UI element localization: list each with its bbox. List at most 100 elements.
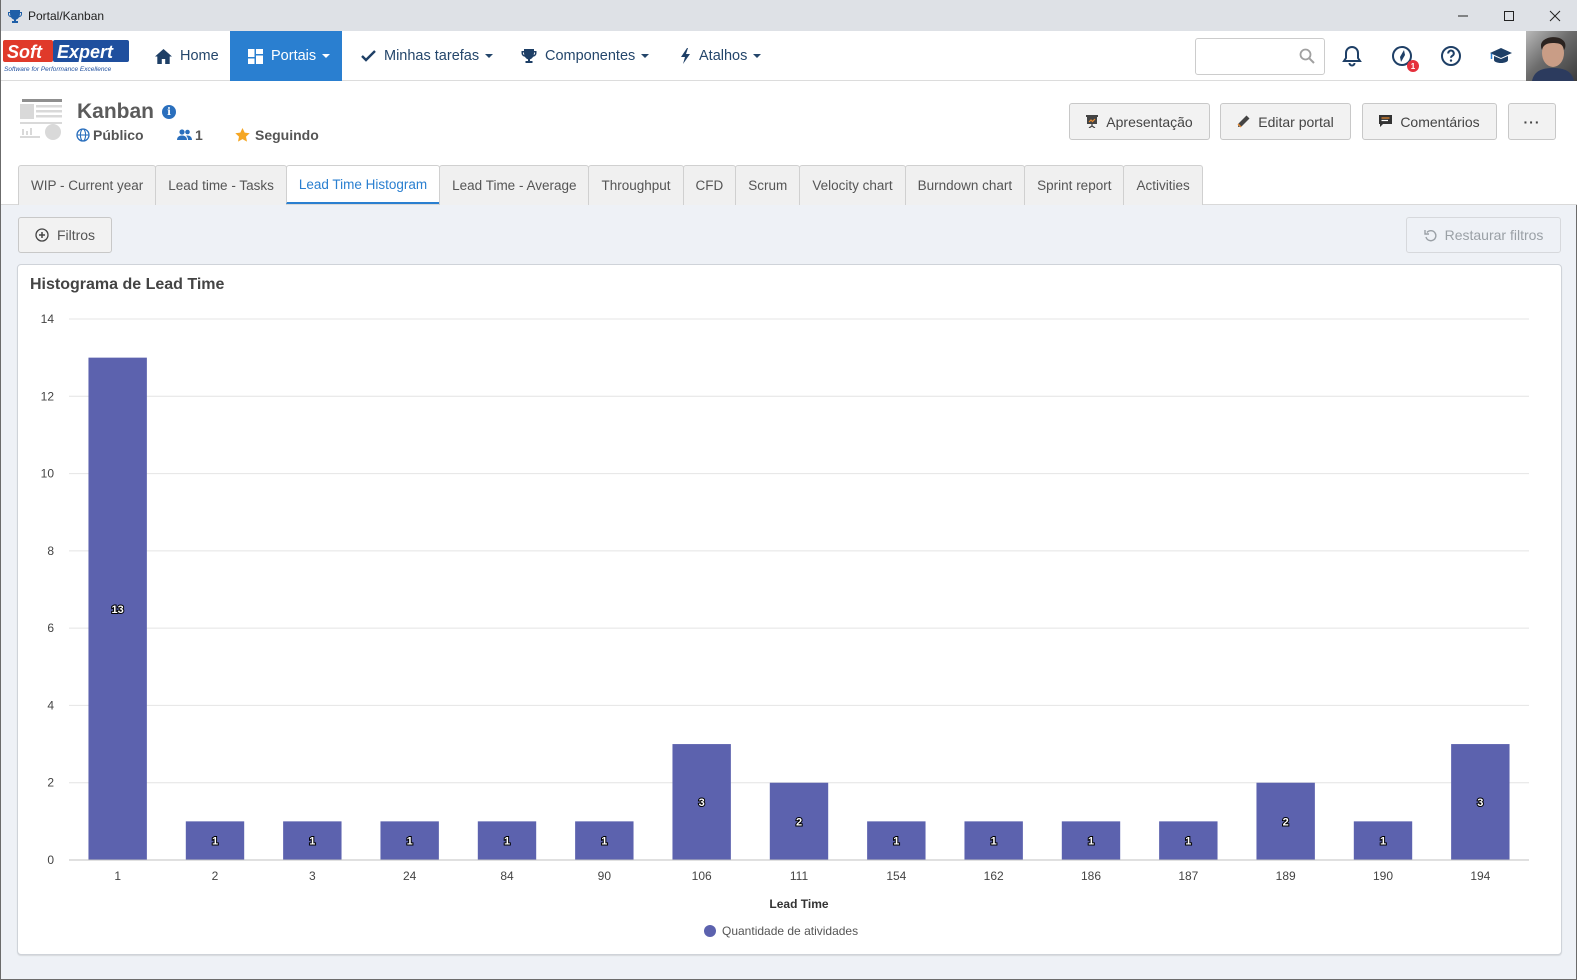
nav-minhas-tarefas[interactable]: Minhas tarefas xyxy=(361,31,494,81)
tab-label: Activities xyxy=(1136,178,1190,193)
data-label: 1 xyxy=(991,836,997,848)
lead-time-histogram-chart: 02468101214 1 2 3 24 84 90 106 111 154 162 186 187 1… xyxy=(41,312,1529,938)
tab-lead-time-histogram[interactable]: Lead Time Histogram xyxy=(285,165,441,204)
data-label: 1 xyxy=(212,836,218,848)
tab-scrum[interactable]: Scrum xyxy=(735,165,801,205)
tab-label: Burndown chart xyxy=(917,178,1013,193)
x-axis-title: Lead Time xyxy=(769,897,828,911)
users-icon xyxy=(177,129,192,140)
svg-text:Soft: Soft xyxy=(7,42,43,62)
tab-burndown-chart[interactable]: Burndown chart xyxy=(904,165,1026,205)
x-tick-label: 3 xyxy=(309,869,316,883)
x-tick-label: 84 xyxy=(500,869,514,883)
x-tick-label: 90 xyxy=(598,869,612,883)
help-icon xyxy=(1441,46,1461,66)
data-label: 1 xyxy=(1380,836,1386,848)
following-label: Seguindo xyxy=(255,127,319,143)
presentation-button[interactable]: Apresentação xyxy=(1069,103,1210,140)
search-input[interactable] xyxy=(1202,39,1302,74)
nav-atalhos-label: Atalhos xyxy=(699,48,748,64)
info-icon[interactable]: i xyxy=(162,105,177,119)
data-label: 1 xyxy=(309,836,315,848)
chevron-down-icon xyxy=(753,54,762,58)
close-button[interactable] xyxy=(1532,0,1577,31)
workflow-button[interactable]: 1 xyxy=(1389,43,1419,72)
search-field[interactable] xyxy=(1195,38,1325,75)
x-tick-label: 111 xyxy=(790,869,809,883)
maximize-icon xyxy=(1504,10,1514,21)
data-label: 1 xyxy=(601,836,607,848)
home-icon xyxy=(155,48,172,64)
maximize-button[interactable] xyxy=(1486,0,1532,31)
follow-toggle[interactable]: Seguindo xyxy=(235,127,319,143)
data-label: 1 xyxy=(893,836,899,848)
x-tick-label: 189 xyxy=(1276,869,1296,883)
more-options-button[interactable]: ··· xyxy=(1508,103,1556,140)
chevron-down-icon xyxy=(641,54,650,58)
star-icon xyxy=(235,128,250,142)
nav-home[interactable]: Home xyxy=(155,31,219,81)
tab-sprint-report[interactable]: Sprint report xyxy=(1024,165,1125,205)
y-tick-label: 10 xyxy=(41,467,55,481)
nav-componentes-label: Componentes xyxy=(545,48,636,64)
page-title: Kanban i xyxy=(77,100,177,124)
tab-label: Sprint report xyxy=(1037,178,1112,193)
edit-portal-button[interactable]: Editar portal xyxy=(1220,103,1351,140)
minimize-icon xyxy=(1458,15,1468,16)
learning-button[interactable] xyxy=(1488,43,1514,69)
y-tick-label: 4 xyxy=(47,698,54,712)
chevron-down-icon xyxy=(485,54,494,58)
legend-label: Quantidade de atividades xyxy=(722,924,858,938)
tab-cfd[interactable]: CFD xyxy=(682,165,737,205)
tab-wip-current-year[interactable]: WIP - Current year xyxy=(18,165,157,205)
user-avatar[interactable] xyxy=(1526,31,1577,81)
tab-lead-time-average[interactable]: Lead Time - Average xyxy=(439,165,590,205)
tab-lead-time-tasks[interactable]: Lead time - Tasks xyxy=(155,165,287,205)
filters-button[interactable]: Filtros xyxy=(18,217,112,253)
members-count[interactable]: 1 xyxy=(177,127,203,143)
portal-tabs: WIP - Current year Lead time - Tasks Lea… xyxy=(18,165,1203,205)
nav-portais[interactable]: Portais xyxy=(230,31,342,81)
tab-label: Scrum xyxy=(748,178,788,193)
dashboard-icon xyxy=(248,48,263,64)
portal-thumbnail-icon xyxy=(20,99,62,140)
x-tick-label: 162 xyxy=(984,869,1004,883)
data-label: 1 xyxy=(1185,836,1191,848)
softexpert-logo[interactable]: Soft Expert Software for Performance Exc… xyxy=(3,38,131,74)
svg-text:Software for Performance Excel: Software for Performance Excellence xyxy=(4,66,112,73)
minimize-button[interactable] xyxy=(1440,0,1486,31)
chart-card: 0 2 4 6 8 10 12 14 1 2 3 24 84 90 106 111 154 162 186 187 1… xyxy=(17,264,1562,955)
nav-componentes[interactable]: Componentes xyxy=(521,31,650,81)
comments-button[interactable]: Comentários xyxy=(1362,103,1497,140)
legend[interactable]: Quantidade de atividades xyxy=(704,924,858,938)
presentation-button-label: Apresentação xyxy=(1106,113,1193,130)
top-navigation: Soft Expert Software for Performance Exc… xyxy=(1,31,1577,81)
tab-velocity-chart[interactable]: Velocity chart xyxy=(799,165,906,205)
undo-icon xyxy=(1423,229,1437,241)
tab-activities[interactable]: Activities xyxy=(1123,165,1203,205)
presentation-icon xyxy=(1086,115,1099,128)
tab-label: CFD xyxy=(695,178,724,193)
tab-label: Lead Time Histogram xyxy=(298,176,428,192)
graduation-cap-icon xyxy=(1490,48,1512,63)
comments-button-label: Comentários xyxy=(1400,113,1480,130)
tab-label: Lead time - Tasks xyxy=(168,178,274,193)
restore-filters-button[interactable]: Restaurar filtros xyxy=(1406,217,1561,253)
filters-button-label: Filtros xyxy=(56,227,96,243)
tab-label: Lead Time - Average xyxy=(452,178,577,193)
restore-filters-label: Restaurar filtros xyxy=(1444,227,1544,243)
tab-throughput[interactable]: Throughput xyxy=(588,165,684,205)
page-title-text: Kanban xyxy=(77,100,155,123)
x-tick-label: 186 xyxy=(1081,869,1101,883)
x-tick-label: 24 xyxy=(403,869,417,883)
nav-atalhos[interactable]: Atalhos xyxy=(680,31,762,81)
more-options-icon: ··· xyxy=(1523,113,1541,130)
notifications-button[interactable] xyxy=(1339,43,1365,69)
help-button[interactable] xyxy=(1438,43,1464,69)
chevron-down-icon xyxy=(322,54,331,58)
bolt-icon xyxy=(681,48,690,64)
trophy-icon xyxy=(521,49,537,63)
tab-label: Throughput xyxy=(601,178,671,193)
nav-home-label: Home xyxy=(180,48,219,64)
nav-portais-label: Portais xyxy=(271,48,317,64)
